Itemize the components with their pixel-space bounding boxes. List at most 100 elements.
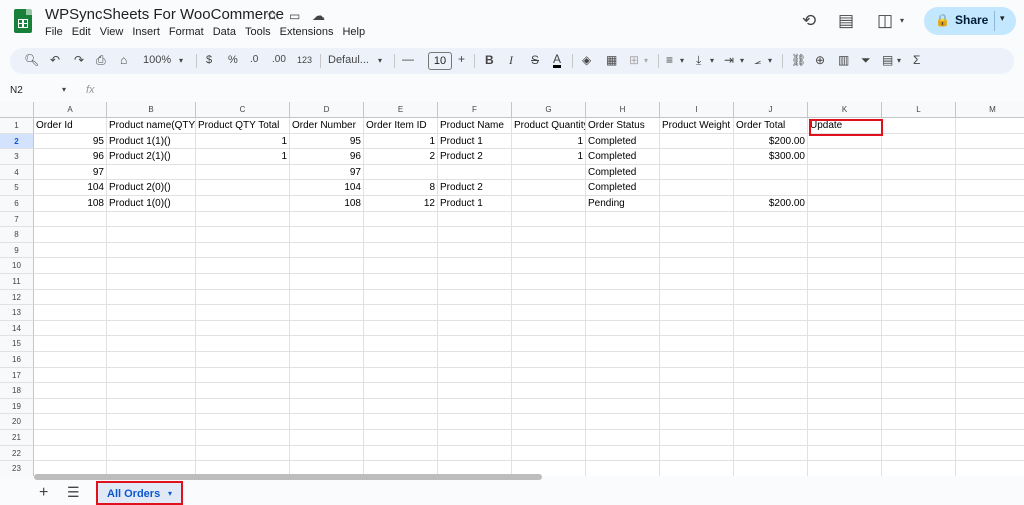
cell-c22[interactable] <box>196 445 290 462</box>
search-menus-icon[interactable]: 🔍︎ <box>24 53 39 67</box>
cell-e11[interactable] <box>364 274 438 290</box>
menu-tools[interactable]: Tools <box>245 26 280 38</box>
cell-a22[interactable] <box>34 445 107 462</box>
cell-f2[interactable]: Product 1 <box>438 133 512 150</box>
cell-b5[interactable]: Product 2(0)() <box>107 180 196 196</box>
cell-g8[interactable] <box>512 227 586 243</box>
cell-k8[interactable] <box>808 227 882 243</box>
cell-e15[interactable] <box>364 336 438 352</box>
cell-l6[interactable] <box>882 196 956 212</box>
decrease-font-size-icon[interactable]: — <box>402 52 414 66</box>
cell-k23[interactable] <box>808 461 882 476</box>
cell-m23[interactable] <box>956 461 1024 476</box>
cell-e10[interactable] <box>364 258 438 274</box>
cell-e9[interactable] <box>364 242 438 259</box>
cell-g2[interactable]: 1 <box>512 133 586 150</box>
column-header-k[interactable]: K <box>808 102 882 118</box>
functions-icon[interactable]: Σ <box>913 53 920 67</box>
cell-e1[interactable]: Order Item ID <box>364 118 438 134</box>
cell-c9[interactable] <box>196 242 290 259</box>
cell-k4[interactable] <box>808 164 882 181</box>
cell-b15[interactable] <box>107 336 196 352</box>
cell-f12[interactable] <box>438 289 512 306</box>
cell-d18[interactable] <box>290 383 364 399</box>
merge-chevron-down-icon[interactable]: ▾ <box>644 56 648 65</box>
cell-b17[interactable] <box>107 367 196 384</box>
cell-m12[interactable] <box>956 290 1024 306</box>
cell-i3[interactable] <box>660 149 734 165</box>
add-sheet-icon[interactable]: + <box>39 484 48 502</box>
menu-format[interactable]: Format <box>169 26 213 38</box>
cell-a17[interactable] <box>34 367 107 384</box>
cell-i4[interactable] <box>660 164 734 181</box>
cell-k5[interactable] <box>808 180 882 196</box>
cell-i6[interactable] <box>660 196 734 212</box>
cell-d3[interactable]: 96 <box>290 149 364 165</box>
cell-b12[interactable] <box>107 289 196 306</box>
cell-g13[interactable] <box>512 305 586 321</box>
cell-d11[interactable] <box>290 274 364 290</box>
increase-decimal-button[interactable]: .00 <box>272 54 286 65</box>
cell-c4[interactable] <box>196 164 290 181</box>
cell-e8[interactable] <box>364 227 438 243</box>
cell-b3[interactable]: Product 2(1)() <box>107 149 196 165</box>
cell-m6[interactable] <box>956 196 1024 212</box>
insert-comment-icon[interactable]: ⊕ <box>815 53 825 67</box>
cell-a15[interactable] <box>34 336 107 352</box>
row-header-18[interactable]: 18 <box>0 383 34 399</box>
column-header-c[interactable]: C <box>196 102 290 118</box>
column-header-m[interactable]: M <box>956 102 1024 118</box>
cell-l1[interactable] <box>882 118 956 134</box>
column-header-j[interactable]: J <box>734 102 808 118</box>
cell-c13[interactable] <box>196 305 290 321</box>
strikethrough-button[interactable]: S <box>531 53 539 67</box>
cell-i11[interactable] <box>660 274 734 290</box>
cell-m20[interactable] <box>956 414 1024 430</box>
cell-l4[interactable] <box>882 164 956 181</box>
cell-l13[interactable] <box>882 305 956 321</box>
zoom-select[interactable]: 100% <box>143 54 171 66</box>
cell-g1[interactable]: Product Quantity <box>512 118 586 134</box>
cell-k17[interactable] <box>808 367 882 384</box>
cell-i16[interactable] <box>660 352 734 368</box>
cell-i7[interactable] <box>660 211 734 228</box>
row-header-2[interactable]: 2 <box>0 133 34 150</box>
cell-d17[interactable] <box>290 367 364 384</box>
cloud-status-icon[interactable]: ☁ <box>312 8 325 24</box>
cell-d6[interactable]: 108 <box>290 196 364 212</box>
cell-c6[interactable] <box>196 196 290 212</box>
cell-h8[interactable] <box>586 227 660 243</box>
number-format-button[interactable]: 123 <box>297 55 312 65</box>
wrap-chevron-down-icon[interactable]: ▾ <box>740 56 744 65</box>
cell-c16[interactable] <box>196 352 290 368</box>
cell-l2[interactable] <box>882 133 956 150</box>
row-header-20[interactable]: 20 <box>0 414 34 430</box>
cell-l14[interactable] <box>882 320 956 337</box>
cell-f13[interactable] <box>438 305 512 321</box>
cell-f9[interactable] <box>438 242 512 259</box>
cell-l11[interactable] <box>882 274 956 290</box>
font-size-input[interactable]: 10 <box>428 52 452 70</box>
cell-l20[interactable] <box>882 414 956 430</box>
cell-f5[interactable]: Product 2 <box>438 180 512 196</box>
cell-h13[interactable] <box>586 305 660 321</box>
column-header-f[interactable]: F <box>438 102 512 118</box>
horizontal-align-icon[interactable]: ≡ <box>666 53 673 67</box>
cell-m3[interactable] <box>956 149 1024 165</box>
cell-l17[interactable] <box>882 367 956 384</box>
cell-l21[interactable] <box>882 430 956 446</box>
cell-i18[interactable] <box>660 383 734 399</box>
cell-e5[interactable]: 8 <box>364 180 438 196</box>
cell-a6[interactable]: 108 <box>34 196 107 212</box>
row-header-9[interactable]: 9 <box>0 242 34 259</box>
cell-j17[interactable] <box>734 367 808 384</box>
cell-c11[interactable] <box>196 274 290 290</box>
cell-l5[interactable] <box>882 180 956 196</box>
cell-a16[interactable] <box>34 352 107 368</box>
text-wrapping-icon[interactable]: ⇥ <box>724 53 734 67</box>
cell-f15[interactable] <box>438 336 512 352</box>
cell-a8[interactable] <box>34 227 107 243</box>
cell-h20[interactable] <box>586 414 660 430</box>
cell-j8[interactable] <box>734 227 808 243</box>
insert-chart-icon[interactable]: ▥ <box>838 53 849 67</box>
